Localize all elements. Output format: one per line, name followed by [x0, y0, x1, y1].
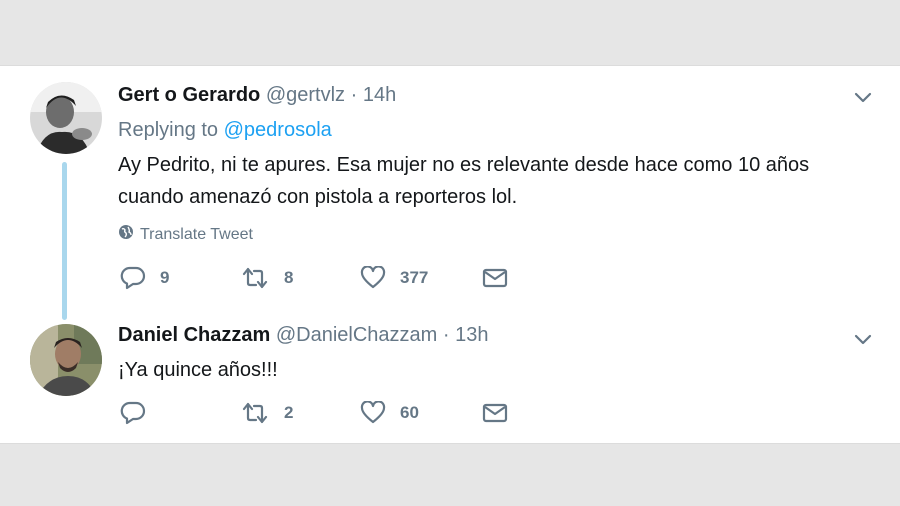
retweet-icon [240, 401, 270, 425]
tweet-actions: 9 8 377 [120, 266, 508, 290]
direct-message-button[interactable] [482, 402, 508, 424]
user-name[interactable]: Daniel Chazzam [118, 324, 270, 346]
replying-prefix: Replying to [118, 119, 219, 141]
heart-icon [360, 401, 386, 425]
tweet[interactable]: Gert o Gerardo @gertvlz · 14h Replying t… [0, 66, 900, 320]
chevron-down-icon[interactable] [852, 328, 874, 350]
tweet-text-line: Ay Pedrito, ni te apures. Esa mujer no e… [118, 154, 810, 176]
tweet-actions: 2 60 [120, 401, 508, 425]
reply-button[interactable] [120, 401, 240, 425]
tweet-header: Gert o Gerardo @gertvlz · 14h [118, 84, 396, 107]
heart-icon [360, 266, 386, 290]
avatar[interactable] [30, 82, 102, 154]
separator: · [350, 84, 358, 106]
thread-line [62, 162, 67, 320]
like-button[interactable]: 377 [360, 266, 482, 290]
tweet-text-line: ¡Ya quince años!!! [118, 359, 278, 381]
direct-message-button[interactable] [482, 267, 508, 289]
user-handle[interactable]: @DanielChazzam [276, 324, 437, 346]
tweet-text: ¡Ya quince años!!! [118, 354, 858, 386]
retweet-count: 2 [284, 403, 294, 422]
translate-tweet-link[interactable]: Translate Tweet [118, 224, 253, 245]
envelope-icon [482, 402, 508, 424]
retweet-button[interactable]: 8 [240, 266, 360, 290]
timestamp[interactable]: 14h [363, 84, 396, 106]
reply-count: 9 [160, 268, 170, 287]
retweet-count: 8 [284, 268, 294, 287]
mention-link[interactable]: @pedrosola [224, 119, 332, 141]
reply-icon [120, 266, 146, 290]
separator: · [442, 324, 450, 346]
avatar[interactable] [30, 324, 102, 396]
translate-label: Translate Tweet [140, 225, 253, 243]
reply-icon [120, 401, 146, 425]
user-handle[interactable]: @gertvlz [266, 84, 345, 106]
envelope-icon [482, 267, 508, 289]
retweet-icon [240, 266, 270, 290]
tweet-header: Daniel Chazzam @DanielChazzam · 13h [118, 324, 488, 347]
timestamp[interactable]: 13h [455, 324, 488, 346]
tweet-text: Ay Pedrito, ni te apures. Esa mujer no e… [118, 149, 858, 213]
retweet-button[interactable]: 2 [240, 401, 360, 425]
user-name[interactable]: Gert o Gerardo [118, 84, 260, 106]
like-count: 377 [400, 268, 429, 287]
timeline-card: Gert o Gerardo @gertvlz · 14h Replying t… [0, 65, 900, 444]
tweet[interactable]: Daniel Chazzam @DanielChazzam · 13h ¡Ya … [0, 316, 900, 443]
globe-icon [118, 224, 134, 245]
like-button[interactable]: 60 [360, 401, 482, 425]
tweet-text-line: cuando amenazó con pistola a reporteros … [118, 186, 518, 208]
like-count: 60 [400, 403, 419, 422]
reply-button[interactable]: 9 [120, 266, 240, 290]
replying-to: Replying to @pedrosola [118, 119, 332, 142]
chevron-down-icon[interactable] [852, 86, 874, 108]
